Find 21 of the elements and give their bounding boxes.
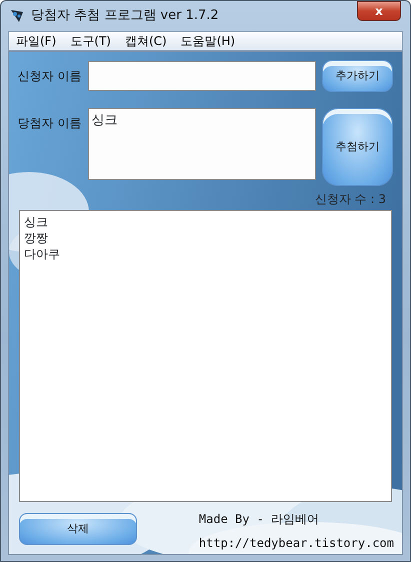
applicant-name-field[interactable] (88, 61, 316, 91)
delete-button[interactable]: 삭제 (19, 513, 137, 545)
field-label: 당첨자 이름 (17, 115, 82, 132)
list-item[interactable]: 깡짱 (24, 230, 48, 246)
field-label: 신청자 이름 (17, 68, 82, 85)
menu-item[interactable]: 파일(F) (9, 32, 64, 50)
add-button[interactable]: 추가하기 (322, 60, 394, 92)
list-item[interactable]: 싱크 (24, 214, 48, 230)
close-button[interactable]: x (357, 1, 401, 21)
applicant-count: 신청자 수 : 3 (314, 191, 386, 208)
menu-item[interactable]: 도움말(H) (174, 32, 242, 50)
list-item[interactable]: 다아쿠 (24, 246, 60, 262)
winner-name-field[interactable]: 싱크 (88, 108, 316, 180)
window-title: 당첨자 추첨 프로그램 ver 1.7.2 (31, 7, 219, 26)
menu-item[interactable]: 캡쳐(C) (118, 32, 174, 50)
app-icon (9, 8, 25, 24)
draw-button[interactable]: 추첨하기 (322, 108, 394, 186)
url-text: http://tedybear.tistory.com (198, 535, 394, 552)
credit-text: Made By - 라임베어 (198, 511, 320, 528)
menu-item[interactable]: 도구(T) (63, 32, 118, 50)
applicant-list[interactable]: 싱크 깡짱 다아쿠 (19, 210, 392, 502)
